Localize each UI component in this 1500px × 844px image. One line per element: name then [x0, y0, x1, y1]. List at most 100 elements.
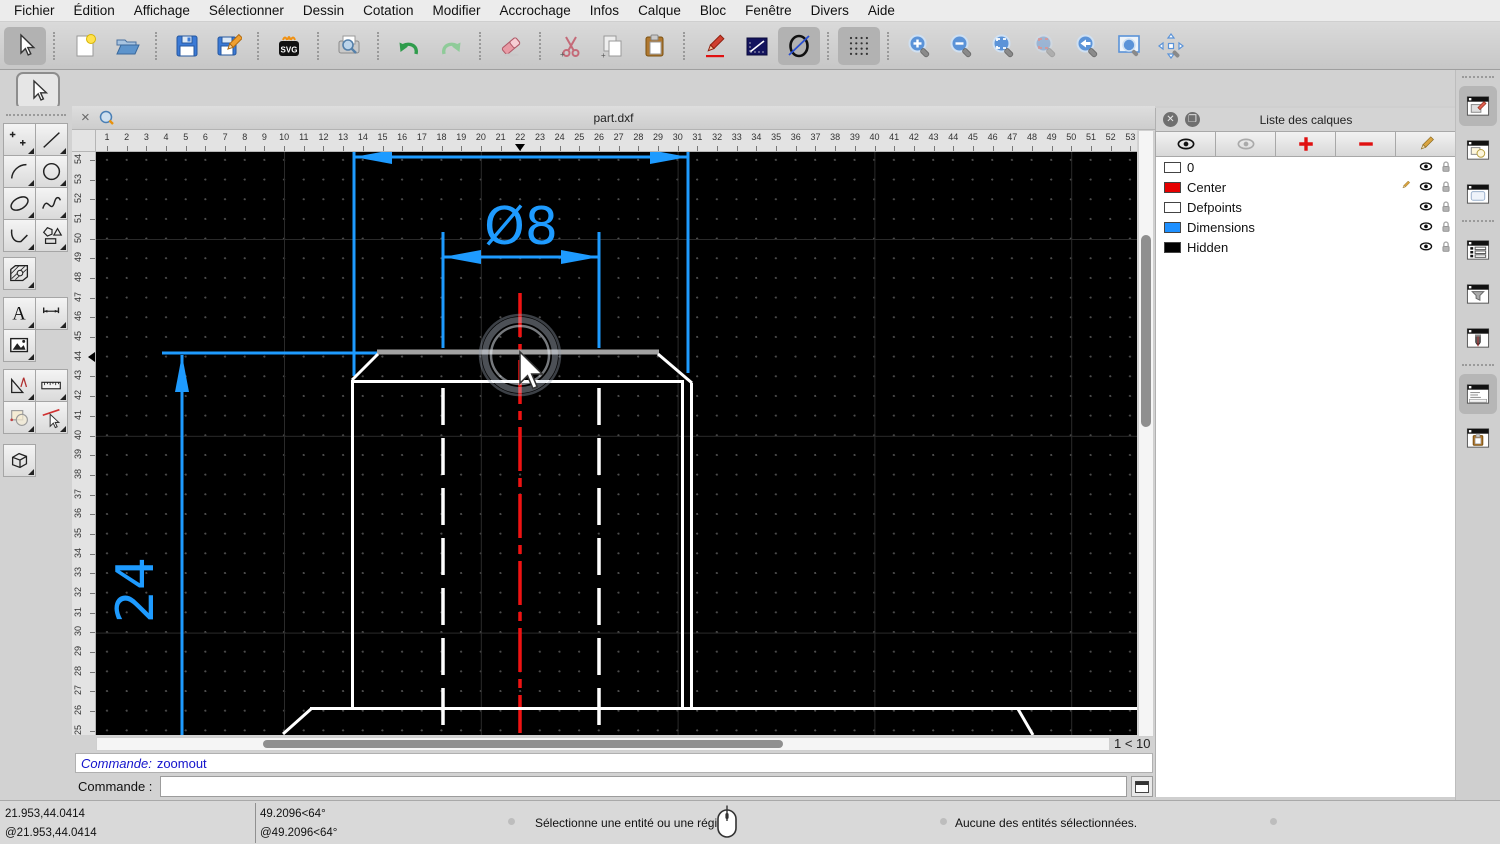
polyline-tool-button[interactable] [3, 219, 36, 252]
vruler-number: 46 [73, 311, 83, 321]
paste-button[interactable] [634, 27, 676, 65]
horizontal-scrollbar-thumb[interactable] [263, 740, 783, 748]
hatch-tool-button[interactable] [3, 257, 36, 290]
command-input[interactable] [160, 776, 1127, 797]
win-clipboard-toggle-button[interactable] [1459, 418, 1497, 458]
layer-row-center[interactable]: Center [1156, 177, 1456, 197]
modify-tool-button[interactable] [3, 401, 36, 434]
layer-lock-toggle[interactable] [1436, 199, 1456, 215]
select-arrow-button[interactable] [4, 27, 46, 65]
menu-accrochage[interactable]: Accrochage [499, 3, 570, 18]
layer-lock-toggle[interactable] [1436, 219, 1456, 235]
win-filter-toggle-button[interactable] [1459, 274, 1497, 314]
layer-lock-toggle[interactable] [1436, 239, 1456, 255]
part-outline[interactable] [283, 354, 1137, 735]
menu-fichier[interactable]: Fichier [14, 3, 55, 18]
win-command-toggle-button[interactable] [1459, 374, 1497, 414]
layer-row-0[interactable]: 0 [1156, 157, 1456, 177]
ellipse-tool-button[interactable] [3, 187, 36, 220]
arc-tool-button[interactable] [3, 155, 36, 188]
ruler-tool-button[interactable] [35, 369, 68, 402]
show-all-layers-button[interactable] [1155, 131, 1216, 157]
measure-tool-button[interactable] [3, 369, 36, 402]
circle-tool-button[interactable] [35, 155, 68, 188]
dimension-width[interactable] [354, 152, 688, 376]
layer-visibility-toggle[interactable] [1416, 159, 1436, 175]
save-button[interactable] [166, 27, 208, 65]
menu-calque[interactable]: Calque [638, 3, 681, 18]
polygon-tool-button[interactable] [35, 219, 68, 252]
menu-fentre[interactable]: Fenêtre [745, 3, 792, 18]
zoom-pan-button[interactable] [1150, 27, 1192, 65]
layer-visibility-toggle[interactable] [1416, 179, 1436, 195]
zoom-select-button[interactable] [1024, 27, 1066, 65]
spline-tool-button[interactable] [35, 187, 68, 220]
export-svg-button[interactable]: SVG [268, 27, 310, 65]
layer-visibility-toggle[interactable] [1416, 219, 1436, 235]
zoom-previous-button[interactable] [1066, 27, 1108, 65]
menu-divers[interactable]: Divers [811, 3, 849, 18]
layer-row-hidden[interactable]: Hidden [1156, 237, 1456, 257]
undo-button[interactable] [388, 27, 430, 65]
add-layer-button[interactable] [1275, 131, 1336, 157]
vertical-scrollbar[interactable] [1138, 130, 1154, 737]
win-layers-toggle-button[interactable] [1459, 86, 1497, 126]
librecad-window: Fichier Édition Affichage Sélectionner Dessi… [0, 0, 1500, 844]
menu-infos[interactable]: Infos [590, 3, 619, 18]
layer-visibility-toggle[interactable] [1416, 199, 1436, 215]
menu-modifier[interactable]: Modifier [432, 3, 480, 18]
command-detach-button[interactable] [1131, 776, 1153, 797]
new-document-button[interactable] [64, 27, 106, 65]
hruler-number: 36 [791, 132, 801, 142]
menu-dition[interactable]: Édition [74, 3, 115, 18]
win-pen-toggle-button[interactable] [1459, 318, 1497, 358]
select-entity-tool-button[interactable] [35, 401, 68, 434]
menu-bloc[interactable]: Bloc [700, 3, 726, 18]
remove-layer-button[interactable] [1335, 131, 1396, 157]
menu-aide[interactable]: Aide [868, 3, 895, 18]
layer-row-dimensions[interactable]: Dimensions [1156, 217, 1456, 237]
zoom-auto-button[interactable] [982, 27, 1024, 65]
win-blocks-toggle-button[interactable] [1459, 130, 1497, 170]
line-tool-button[interactable] [736, 27, 778, 65]
vertical-scrollbar-thumb[interactable] [1141, 235, 1151, 427]
layer-lock-toggle[interactable] [1436, 159, 1456, 175]
solid-tool-button[interactable] [3, 444, 36, 477]
hruler-cursor-marker [515, 144, 525, 151]
win-library-toggle-button[interactable] [1459, 174, 1497, 214]
zoom-in-button[interactable] [898, 27, 940, 65]
menu-affichage[interactable]: Affichage [134, 3, 190, 18]
open-file-button[interactable] [106, 27, 148, 65]
delete-eraser-button[interactable] [490, 27, 532, 65]
drawing-canvas[interactable]: Ø8 24 [96, 152, 1137, 735]
dimension-tool-button[interactable] [35, 297, 68, 330]
layer-lock-toggle[interactable] [1436, 179, 1456, 195]
layer-visibility-toggle[interactable] [1416, 239, 1436, 255]
current-tool-button[interactable] [16, 72, 60, 110]
horizontal-scrollbar[interactable] [96, 737, 1110, 751]
print-preview-button[interactable] [328, 27, 370, 65]
text-tool-button[interactable]: A [3, 297, 36, 330]
dimension-height[interactable]: 24 [106, 353, 377, 735]
edit-layer-button[interactable] [1395, 131, 1456, 157]
save-as-button[interactable] [208, 27, 250, 65]
cut-button[interactable]: + [550, 27, 592, 65]
ellipse-tool-button[interactable] [778, 27, 820, 65]
svg-text:+: + [560, 50, 565, 59]
points-tool-button[interactable] [3, 123, 36, 156]
zoom-out-button[interactable] [940, 27, 982, 65]
line-tool-button[interactable] [35, 123, 68, 156]
win-entities-toggle-button[interactable] [1459, 230, 1497, 270]
snap-grid-button[interactable] [838, 27, 880, 65]
hide-all-layers-button[interactable] [1215, 131, 1276, 157]
zoom-window-button[interactable] [1108, 27, 1150, 65]
menu-dessin[interactable]: Dessin [303, 3, 344, 18]
draw-pen-button[interactable] [694, 27, 736, 65]
menu-cotation[interactable]: Cotation [363, 3, 413, 18]
image-tool-button[interactable] [3, 329, 36, 362]
menu-slectionner[interactable]: Sélectionner [209, 3, 284, 18]
layer-name: Dimensions [1187, 220, 1396, 235]
redo-button[interactable] [430, 27, 472, 65]
copy-button[interactable]: + [592, 27, 634, 65]
layer-row-defpoints[interactable]: Defpoints [1156, 197, 1456, 217]
